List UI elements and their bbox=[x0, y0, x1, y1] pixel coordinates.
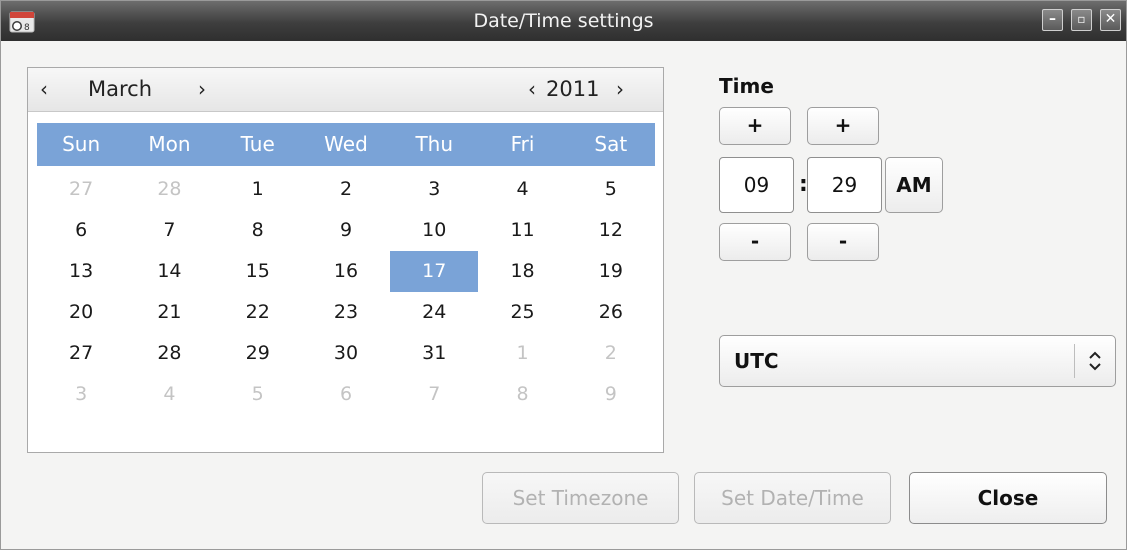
calendar-week-row: 13 14 15 16 17 18 19 bbox=[37, 251, 655, 292]
day-cell-other-month[interactable]: 9 bbox=[567, 374, 655, 415]
weekday-label: Tue bbox=[240, 132, 275, 156]
day-cell-other-month[interactable]: 28 bbox=[125, 169, 213, 210]
combobox-divider bbox=[1074, 344, 1075, 378]
day-cell-other-month[interactable]: 7 bbox=[390, 374, 478, 415]
day-cell[interactable]: 19 bbox=[567, 251, 655, 292]
updown-chevron-icon bbox=[1089, 351, 1101, 371]
day-cell[interactable]: 13 bbox=[37, 251, 125, 292]
timezone-value: UTC bbox=[734, 349, 779, 373]
minute-increment-button[interactable]: + bbox=[807, 107, 879, 145]
timezone-combobox[interactable]: UTC bbox=[719, 335, 1116, 387]
day-cell[interactable]: 31 bbox=[390, 333, 478, 374]
day-cell[interactable]: 29 bbox=[214, 333, 302, 374]
prev-month-button[interactable]: ‹ bbox=[40, 77, 48, 101]
day-cell[interactable]: 8 bbox=[214, 210, 302, 251]
day-cell[interactable]: 26 bbox=[567, 292, 655, 333]
title-bar[interactable]: 8 Date/Time settings – ▫ ✕ bbox=[1, 1, 1126, 41]
calendar-week-row: 6 7 8 9 10 11 12 bbox=[37, 210, 655, 251]
day-cell[interactable]: 1 bbox=[214, 169, 302, 210]
minimize-button[interactable]: – bbox=[1042, 9, 1063, 31]
day-grid: 27 28 1 2 3 4 5 6 7 8 9 10 11 12 13 14 1… bbox=[37, 169, 655, 415]
hour-field[interactable]: 09 bbox=[719, 157, 794, 213]
day-cell[interactable]: 23 bbox=[302, 292, 390, 333]
minute-decrement-button[interactable]: - bbox=[807, 223, 879, 261]
datetime-settings-window: 8 Date/Time settings – ▫ ✕ ‹ March › ‹ 2… bbox=[0, 0, 1127, 550]
weekday-label: Sun bbox=[62, 132, 101, 156]
day-cell[interactable]: 10 bbox=[390, 210, 478, 251]
set-timezone-button[interactable]: Set Timezone bbox=[482, 472, 679, 524]
day-cell-other-month[interactable]: 5 bbox=[214, 374, 302, 415]
weekday-label: Wed bbox=[324, 132, 368, 156]
weekday-label: Fri bbox=[510, 132, 535, 156]
day-cell[interactable]: 14 bbox=[125, 251, 213, 292]
day-cell[interactable]: 27 bbox=[37, 333, 125, 374]
day-cell[interactable]: 15 bbox=[214, 251, 302, 292]
weekday-header-row: Sun Mon Tue Wed Thu Fri Sat bbox=[37, 123, 655, 166]
hour-increment-button[interactable]: + bbox=[719, 107, 791, 145]
prev-year-button[interactable]: ‹ bbox=[528, 77, 536, 101]
day-cell[interactable]: 4 bbox=[478, 169, 566, 210]
day-cell[interactable]: 18 bbox=[478, 251, 566, 292]
day-cell-other-month[interactable]: 27 bbox=[37, 169, 125, 210]
maximize-button[interactable]: ▫ bbox=[1071, 9, 1092, 31]
day-cell[interactable]: 11 bbox=[478, 210, 566, 251]
month-label: March bbox=[88, 77, 153, 101]
weekday-label: Thu bbox=[415, 132, 454, 156]
calendar-week-row: 3 4 5 6 7 8 9 bbox=[37, 374, 655, 415]
day-cell-other-month[interactable]: 6 bbox=[302, 374, 390, 415]
day-cell[interactable]: 9 bbox=[302, 210, 390, 251]
window-title: Date/Time settings bbox=[473, 10, 654, 32]
day-cell[interactable]: 22 bbox=[214, 292, 302, 333]
day-cell[interactable]: 7 bbox=[125, 210, 213, 251]
set-datetime-button[interactable]: Set Date/Time bbox=[694, 472, 891, 524]
calendar-header: ‹ March › ‹ 2011 › bbox=[28, 68, 663, 112]
weekday-label: Sat bbox=[594, 132, 628, 156]
close-window-button[interactable]: ✕ bbox=[1100, 9, 1121, 31]
next-year-button[interactable]: › bbox=[616, 77, 624, 101]
day-cell-other-month[interactable]: 2 bbox=[567, 333, 655, 374]
year-label: 2011 bbox=[546, 77, 600, 101]
day-cell[interactable]: 16 bbox=[302, 251, 390, 292]
close-button[interactable]: Close bbox=[909, 472, 1107, 524]
day-cell[interactable]: 21 bbox=[125, 292, 213, 333]
day-cell[interactable]: 28 bbox=[125, 333, 213, 374]
day-cell-other-month[interactable]: 3 bbox=[37, 374, 125, 415]
day-cell-other-month[interactable]: 4 bbox=[125, 374, 213, 415]
calendar: ‹ March › ‹ 2011 › Sun Mon Tue Wed Thu F… bbox=[27, 67, 664, 453]
calendar-week-row: 20 21 22 23 24 25 26 bbox=[37, 292, 655, 333]
hour-decrement-button[interactable]: - bbox=[719, 223, 791, 261]
calendar-week-row: 27 28 29 30 31 1 2 bbox=[37, 333, 655, 374]
day-cell[interactable]: 5 bbox=[567, 169, 655, 210]
am-pm-toggle[interactable]: AM bbox=[885, 157, 943, 213]
minute-field[interactable]: 29 bbox=[807, 157, 882, 213]
day-cell[interactable]: 12 bbox=[567, 210, 655, 251]
day-cell[interactable]: 30 bbox=[302, 333, 390, 374]
weekday-label: Mon bbox=[148, 132, 191, 156]
day-cell[interactable]: 25 bbox=[478, 292, 566, 333]
calendar-week-row: 27 28 1 2 3 4 5 bbox=[37, 169, 655, 210]
day-cell[interactable]: 3 bbox=[390, 169, 478, 210]
day-cell-other-month[interactable]: 1 bbox=[478, 333, 566, 374]
selected-day-cell[interactable]: 17 bbox=[390, 251, 479, 292]
day-cell[interactable]: 6 bbox=[37, 210, 125, 251]
day-cell[interactable]: 24 bbox=[390, 292, 478, 333]
day-cell-other-month[interactable]: 8 bbox=[478, 374, 566, 415]
day-cell[interactable]: 20 bbox=[37, 292, 125, 333]
day-cell[interactable]: 2 bbox=[302, 169, 390, 210]
next-month-button[interactable]: › bbox=[198, 77, 206, 101]
time-label: Time bbox=[719, 74, 774, 98]
